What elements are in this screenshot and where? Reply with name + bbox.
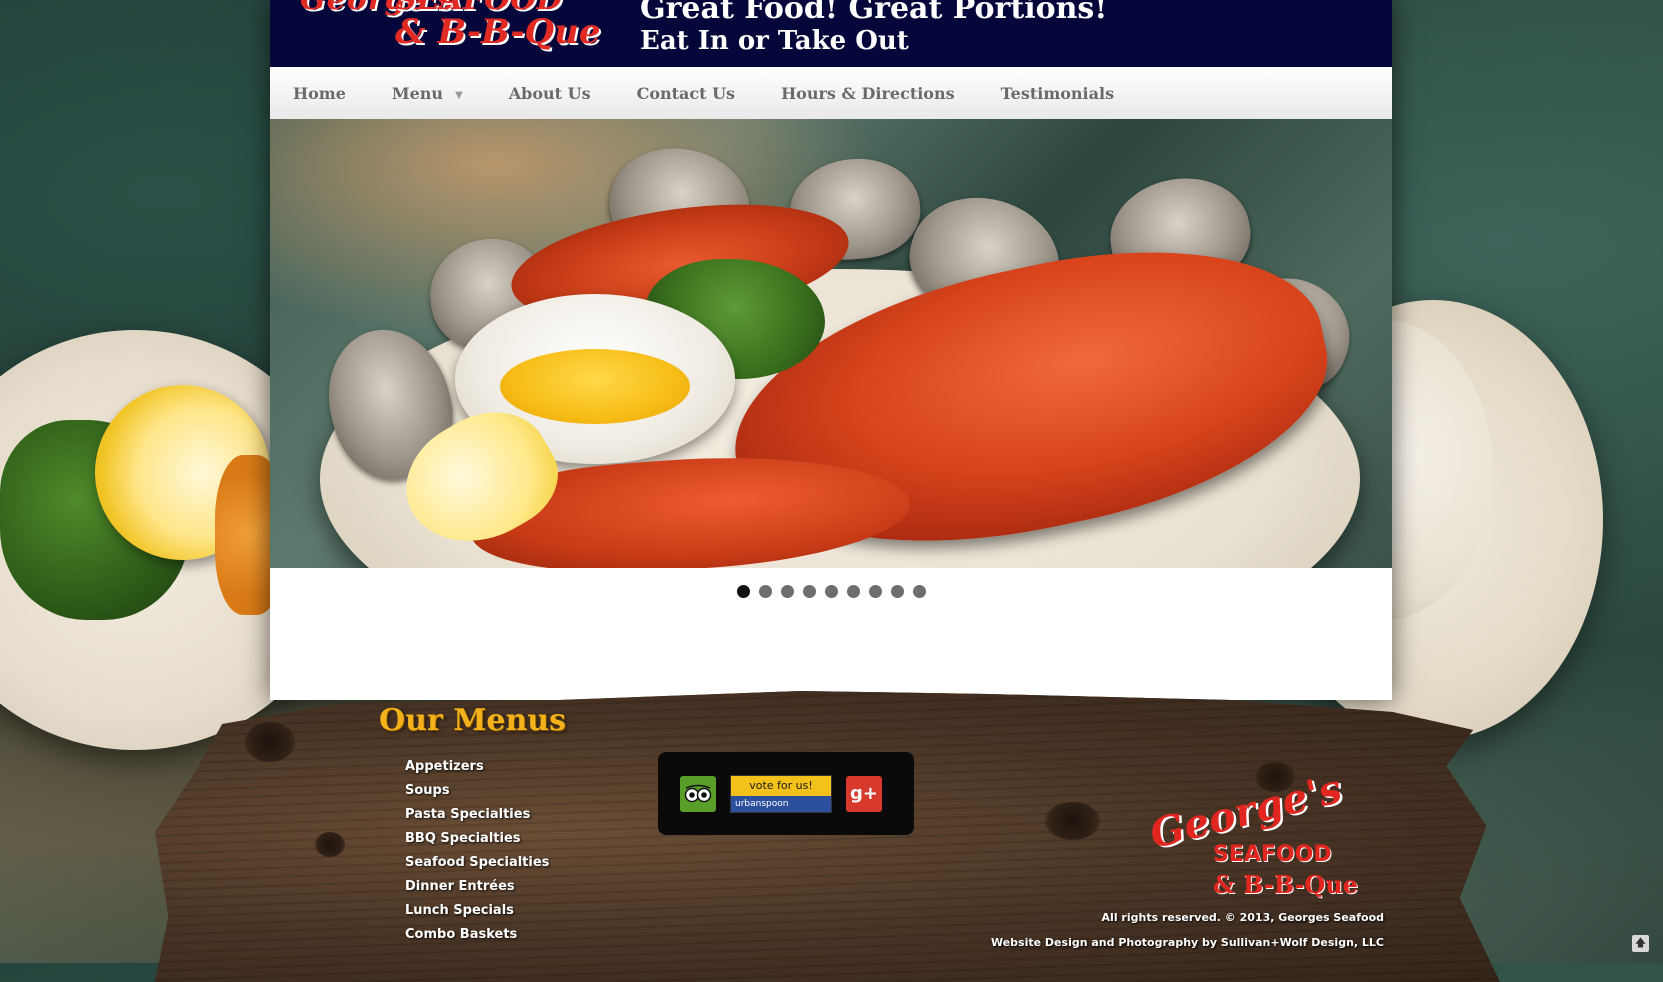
nav-item-label: About Us [508, 83, 591, 103]
slideshow-dot[interactable] [802, 585, 816, 598]
site-header: George's SEAFOOD & B-B-Que Great Food! G… [270, 0, 1392, 67]
slideshow-dot[interactable] [736, 585, 750, 598]
nav-item-label: Home [293, 83, 346, 103]
footer-logo-bbq: & B-B-Que [1213, 870, 1359, 899]
nav-item-menu[interactable]: Menu ▼ [369, 84, 486, 103]
menu-link-pasta-specialties[interactable]: Pasta Specialties [405, 803, 549, 827]
page-container: George's SEAFOOD & B-B-Que Great Food! G… [270, 0, 1392, 700]
design-credits-text: Website Design and Photography by Sulliv… [990, 936, 1384, 949]
urbanspoon-vote-label: vote for us! [731, 775, 831, 796]
nav-item-hours-directions[interactable]: Hours & Directions [758, 84, 978, 103]
menu-link-soups[interactable]: Soups [405, 779, 549, 803]
social-links-box: vote for us! urbanspoon g+ [658, 752, 914, 835]
slideshow-pager [270, 585, 1392, 599]
wood-knot [1045, 802, 1100, 840]
nav-item-label: Contact Us [636, 83, 736, 103]
menu-link-dinner-entrees[interactable]: Dinner Entrées [405, 875, 549, 899]
tripadvisor-icon[interactable] [680, 775, 716, 812]
nav-item-home[interactable]: Home [270, 84, 369, 103]
main-nav: Home Menu ▼ About Us Contact Us Hours & D… [270, 67, 1392, 120]
slideshow-dot[interactable] [890, 585, 904, 598]
nav-item-label: Menu [391, 83, 444, 103]
menu-link-seafood-specialties[interactable]: Seafood Specialties [405, 851, 549, 875]
wood-knot [245, 722, 295, 762]
slideshow-dot[interactable] [780, 585, 794, 598]
copyright-text: All rights reserved. © 2013, Georges Sea… [1101, 911, 1384, 924]
nav-item-label: Testimonials [1000, 83, 1115, 103]
slideshow-dot[interactable] [868, 585, 882, 598]
wood-knot [315, 832, 345, 857]
tagline-line-1: Great Food! Great Portions! [640, 0, 1108, 26]
tagline-line-2: Eat In or Take Out [640, 26, 909, 56]
slideshow-dot[interactable] [824, 585, 838, 598]
nav-item-contact-us[interactable]: Contact Us [614, 84, 758, 103]
footer-logo-seafood: SEAFOOD [1213, 842, 1332, 867]
slideshow-dot[interactable] [912, 585, 926, 598]
owl-eyes-icon [684, 784, 712, 802]
slideshow-dot[interactable] [846, 585, 860, 598]
menu-link-combo-baskets[interactable]: Combo Baskets [405, 923, 549, 947]
menu-link-appetizers[interactable]: Appetizers [405, 755, 549, 779]
google-plus-icon[interactable]: g+ [846, 775, 882, 812]
menu-link-bbq-specialties[interactable]: BBQ Specialties [405, 827, 549, 851]
hero-slide-image[interactable] [270, 119, 1392, 568]
melted-butter [500, 349, 690, 424]
nav-item-about-us[interactable]: About Us [486, 84, 614, 103]
footer-logo[interactable]: George's SEAFOOD & B-B-Que [1145, 765, 1368, 910]
tagline: Great Food! Great Portions! Eat In or Ta… [640, 0, 1107, 54]
slideshow-dot[interactable] [758, 585, 772, 598]
nav-item-label: Hours & Directions [781, 83, 955, 103]
scroll-to-top-button[interactable]: 🡅 [1632, 935, 1649, 952]
nav-item-testimonials[interactable]: Testimonials [978, 84, 1138, 103]
urbanspoon-vote-button[interactable]: vote for us! urbanspoon [730, 774, 832, 813]
logo-line-3: & B-B-Que [395, 12, 601, 52]
arrow-up-icon: 🡅 [1634, 936, 1647, 949]
urbanspoon-brand-label: urbanspoon [731, 795, 831, 812]
site-logo[interactable]: George's SEAFOOD & B-B-Que [300, 0, 600, 52]
chevron-down-icon: ▼ [455, 89, 463, 101]
menu-links-list: Appetizers Soups Pasta Specialties BBQ S… [405, 755, 549, 947]
menu-link-lunch-specials[interactable]: Lunch Specials [405, 899, 549, 923]
our-menus-heading: Our Menus [379, 703, 567, 738]
